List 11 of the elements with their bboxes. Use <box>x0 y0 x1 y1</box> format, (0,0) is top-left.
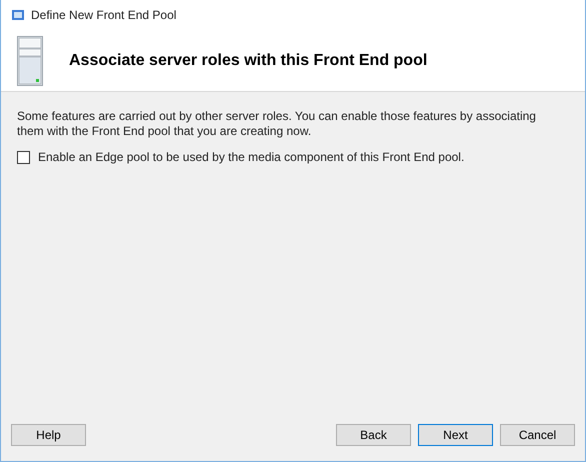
dialog-button[interactable]: Cancel <box>500 424 575 446</box>
server-icon <box>17 36 43 86</box>
page-heading: Associate server roles with this Front End pool <box>69 50 428 70</box>
dialog-button[interactable]: Back <box>336 424 411 446</box>
description-text: Some features are carried out by other server roles. You can enable those features by associating them with the Front End pool that you are creating now. <box>17 109 537 139</box>
dialog-button[interactable]: Next <box>418 424 493 446</box>
dialog-button[interactable]: Help <box>11 424 86 446</box>
checkbox[interactable] <box>17 150 30 164</box>
window-title: Define New Front End Pool <box>31 7 176 24</box>
window-icon <box>11 8 25 22</box>
checkbox-label: Enable an Edge pool to be used by the media component of this Front End pool. <box>38 149 464 166</box>
